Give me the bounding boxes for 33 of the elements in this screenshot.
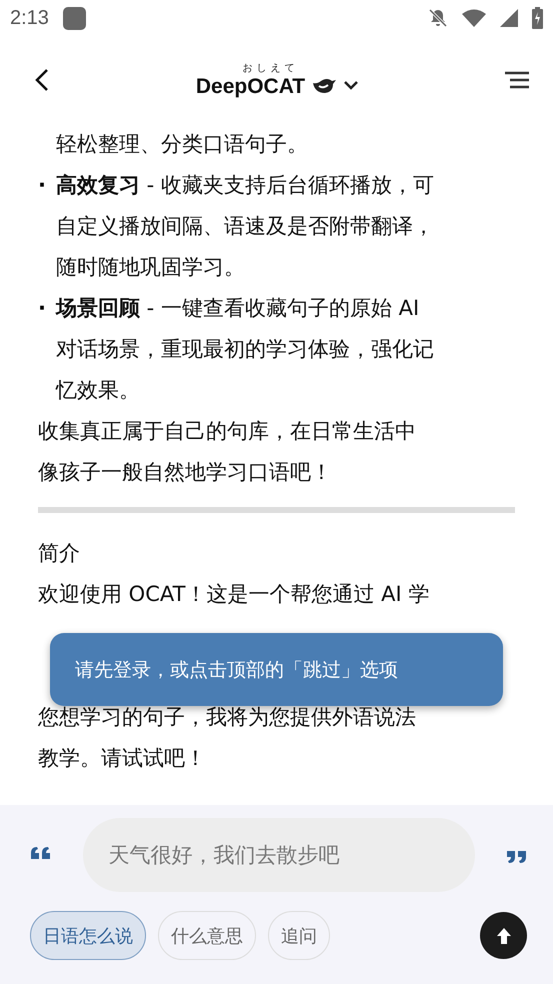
bullet-text: 高效复习 - 收藏夹支持后台循环播放，可 (56, 172, 434, 199)
back-icon[interactable] (34, 68, 50, 92)
arrow-up-icon (494, 926, 512, 944)
input-field[interactable]: 天气很好，我们去散步吧 (82, 818, 474, 892)
bullet-text: 随时随地巩固学习。 (55, 254, 246, 281)
bell-off-icon (428, 8, 448, 28)
paragraph-line: 教学。请试试吧！ (38, 745, 207, 772)
prompt-chip[interactable]: 追问 (268, 911, 330, 960)
login-toast: 请先登录，或点击顶部的「跳过」选项 (50, 633, 503, 706)
status-time: 2:13 (10, 6, 49, 30)
prompt-chip[interactable]: 日语怎么说 (30, 911, 146, 960)
bullet-mark: · (38, 295, 47, 322)
paragraph-line: 收集真正属于自己的句库，在日常生活中 (38, 418, 417, 445)
signal-icon (500, 9, 518, 27)
bullet-text: 对话场景，重现最初的学习体验，强化记 (55, 336, 435, 363)
paragraph-line: 像孩子一般自然地学习口语吧！ (38, 459, 333, 486)
paragraph-line: 欢迎使用 OCAT！这是一个帮您通过 AI 学 (38, 581, 430, 608)
bullet-text: 自定义播放间隔、语速及是否附带翻译， (55, 213, 435, 240)
app-notification-icon (62, 6, 86, 30)
title-ruby: おしえて (241, 62, 298, 75)
bullet-text: 忆效果。 (54, 377, 141, 404)
wifi-icon (462, 9, 486, 27)
battery-icon (532, 7, 543, 29)
paragraph-line: 您想学习的句子，我将为您提供外语说法 (38, 704, 417, 731)
menu-icon[interactable] (504, 71, 529, 89)
bullet-mark: · (38, 172, 47, 199)
section-heading: 简介 (38, 540, 81, 567)
app-title: DeepOCAT (196, 75, 306, 99)
chevron-down-icon[interactable] (343, 80, 360, 90)
bullet-text: 场景回顾 - 一键查看收藏句子的原始 AI (56, 295, 420, 322)
prompt-chip[interactable]: 什么意思 (158, 911, 256, 960)
send-button[interactable] (480, 912, 527, 959)
bullet-text: 轻松整理、分类口语句子。 (55, 131, 309, 158)
